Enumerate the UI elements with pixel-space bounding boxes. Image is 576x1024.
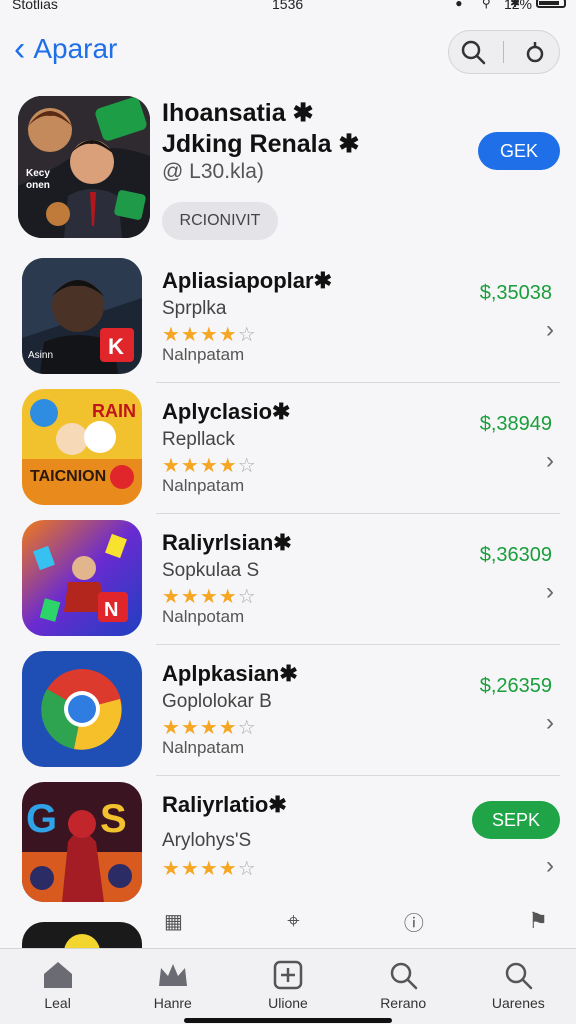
featured-title-line2: Jdking Renala ✱ bbox=[162, 130, 360, 158]
grid-icon[interactable]: ▦ bbox=[164, 909, 183, 934]
svg-text:Kecy: Kecy bbox=[26, 168, 50, 179]
chevron-right-icon: › bbox=[546, 316, 554, 343]
tab-bar: Leal Hanre Ulione Rerano Uarenes bbox=[0, 948, 576, 1024]
star-rating: ★★★★☆ bbox=[162, 717, 257, 739]
svg-text:Asinn: Asinn bbox=[28, 350, 53, 361]
star-rating: ★★★★☆ bbox=[162, 455, 257, 477]
tab-label: Uarenes bbox=[491, 995, 545, 1011]
search-icon bbox=[348, 959, 458, 991]
crown-icon bbox=[118, 959, 228, 991]
featured-app-icon: Kecy onen bbox=[18, 96, 150, 238]
home-icon bbox=[3, 959, 113, 991]
star-rating: ★★★★☆ bbox=[162, 858, 257, 880]
tab-uarenes[interactable]: Uarenes bbox=[463, 949, 573, 1024]
list-item[interactable]: K Asinn Apliasiapoplar✱ Sprplka ★★★★☆ Na… bbox=[0, 252, 576, 383]
battery-icon bbox=[536, 0, 566, 8]
app-name: Aplyclasio✱ bbox=[162, 399, 291, 424]
app-developer: Goplolokar B bbox=[162, 691, 272, 712]
tab-hanre[interactable]: Hanre bbox=[118, 949, 228, 1024]
app-category: Nalnpatam bbox=[162, 345, 245, 364]
tab-label: Rerano bbox=[380, 995, 427, 1011]
featured-title: Ihoansatia ✱ Jdking Renala ✱ bbox=[162, 98, 462, 160]
pill-divider bbox=[503, 41, 505, 63]
svg-text:TAICNION: TAICNION bbox=[30, 468, 106, 485]
app-name: Aplpkasian✱ bbox=[162, 661, 298, 686]
app-icon: N bbox=[22, 520, 142, 636]
bookmark-icon[interactable]: ⚑ bbox=[528, 908, 548, 934]
app-price[interactable]: $,36309 bbox=[480, 544, 552, 567]
svg-text:G: G bbox=[26, 797, 57, 841]
battery-percent: 12% bbox=[503, 0, 532, 12]
app-price[interactable]: $,26359 bbox=[480, 675, 552, 698]
tab-leal[interactable]: Leal bbox=[3, 949, 113, 1024]
svg-text:RAIN: RAIN bbox=[92, 401, 136, 421]
app-category: Nalnpatam bbox=[162, 738, 245, 757]
tab-label: Ulione bbox=[268, 995, 308, 1011]
chevron-right-icon: › bbox=[546, 447, 554, 474]
status-time: 1536 bbox=[272, 0, 304, 12]
app-name: Raliyrlsian✱ bbox=[162, 530, 292, 555]
featured-subtitle: @ L30.kla) bbox=[162, 160, 264, 183]
app-price[interactable]: $,35038 bbox=[480, 282, 552, 305]
svg-text:K: K bbox=[108, 334, 124, 359]
home-indicator bbox=[184, 1018, 392, 1023]
carrier-label: Stotlias bbox=[12, 0, 58, 12]
app-developer: Arylohys'S bbox=[162, 830, 252, 851]
star-rating: ★★★★☆ bbox=[162, 324, 257, 346]
get-button[interactable]: GEK bbox=[478, 132, 560, 170]
svg-text:N: N bbox=[104, 599, 118, 621]
app-category: Nalnpotam bbox=[162, 607, 245, 626]
tab-rerano[interactable]: Rerano bbox=[348, 949, 458, 1024]
chevron-left-icon: ‹ bbox=[14, 30, 26, 68]
back-label: Aparar bbox=[33, 33, 118, 64]
app-developer: Repllack bbox=[162, 429, 235, 450]
app-icon: G S bbox=[22, 782, 142, 902]
app-price[interactable]: $,38949 bbox=[480, 413, 552, 436]
tab-label: Leal bbox=[44, 995, 71, 1011]
chevron-right-icon: › bbox=[546, 852, 554, 879]
chevron-right-icon: › bbox=[546, 709, 554, 736]
featured-tag[interactable]: RCIONIVIT bbox=[162, 202, 278, 240]
svg-text:onen: onen bbox=[26, 180, 50, 191]
app-developer: Sprplka bbox=[162, 298, 227, 319]
tag-icon[interactable]: ⌖ bbox=[287, 908, 299, 934]
list-item[interactable]: RAIN TAICNION Aplyclasio✱ Repllack ★★★★☆… bbox=[0, 383, 576, 514]
chevron-right-icon: › bbox=[546, 578, 554, 605]
featured-title-line1: Ihoansatia ✱ bbox=[162, 99, 314, 127]
status-bar: Stotlias 1536 ● ⚲ ✱ 12% bbox=[0, 0, 576, 16]
floating-toolbar: ▦ ⌖ ⓘ ⚑ bbox=[156, 904, 556, 938]
featured-app[interactable]: Kecy onen Ihoansatia ✱ Jdking Renala ✱ @… bbox=[0, 92, 576, 248]
info-icon[interactable]: ⓘ bbox=[404, 907, 424, 936]
tab-ulione[interactable]: Ulione bbox=[233, 949, 343, 1024]
app-category: Nalnpatam bbox=[162, 476, 245, 495]
app-name: Raliyrlatio✱ bbox=[162, 792, 287, 817]
app-name: Apliasiapoplar✱ bbox=[162, 268, 333, 293]
list-item[interactable]: N Raliyrlsian✱ Sopkulaa S ★★★★☆ Nalnpota… bbox=[0, 514, 576, 645]
account-icon[interactable] bbox=[518, 35, 552, 69]
app-icon: RAIN TAICNION bbox=[22, 389, 142, 505]
svg-text:S: S bbox=[100, 797, 127, 841]
tab-label: Hanre bbox=[153, 995, 192, 1011]
app-developer: Sopkulaa S bbox=[162, 560, 260, 581]
search-alt-icon bbox=[463, 959, 573, 991]
partial-next-row bbox=[22, 922, 142, 948]
add-square-icon bbox=[233, 959, 343, 991]
nav-actions-pill bbox=[448, 30, 560, 74]
navigation-bar: ‹ Aparar bbox=[0, 24, 576, 80]
app-icon bbox=[22, 651, 142, 767]
search-icon[interactable] bbox=[456, 35, 490, 69]
back-button[interactable]: ‹ Aparar bbox=[14, 32, 117, 66]
star-rating: ★★★★☆ bbox=[162, 586, 257, 608]
list-item[interactable]: Aplpkasian✱ Goplolokar B ★★★★☆ Nalnpatam… bbox=[0, 645, 576, 776]
get-button-green[interactable]: SEPK bbox=[472, 801, 560, 839]
app-icon: K Asinn bbox=[22, 258, 142, 374]
